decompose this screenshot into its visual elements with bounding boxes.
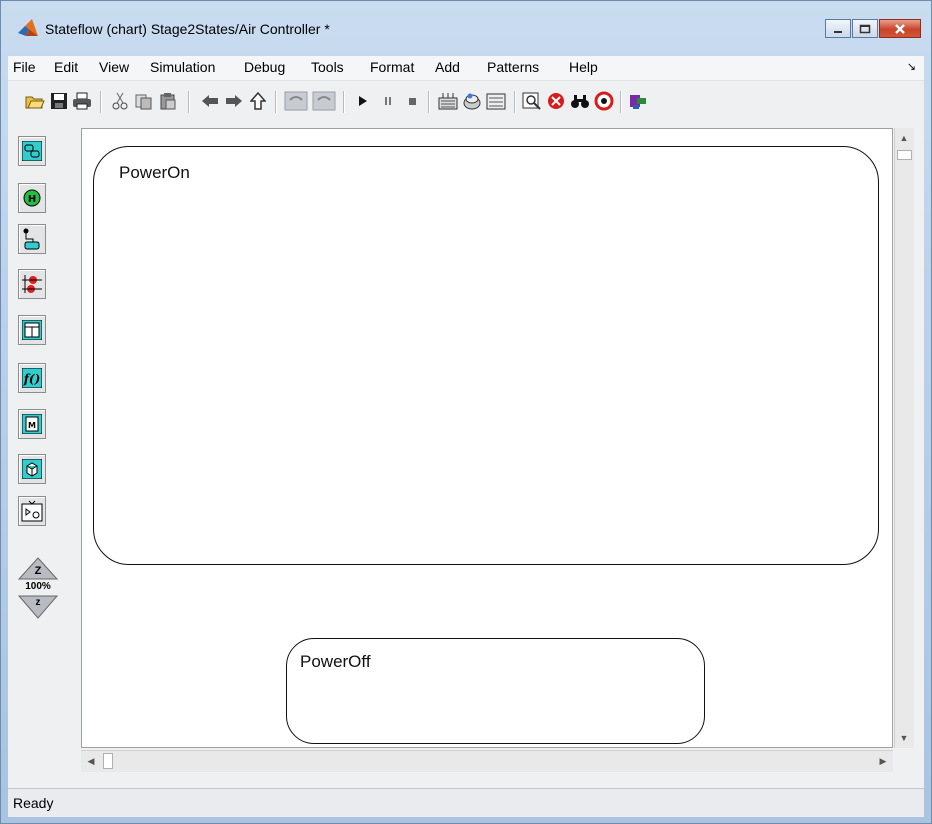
status-bar: Ready	[8, 788, 924, 817]
minimize-button[interactable]	[825, 19, 851, 38]
paste-icon[interactable]	[158, 91, 178, 111]
menu-debug[interactable]: Debug	[244, 59, 285, 75]
connective-junction-button[interactable]	[18, 269, 46, 299]
simulink-function-icon	[21, 500, 43, 522]
toolbar-separator	[343, 91, 345, 113]
title-bar[interactable]: Stateflow (chart) Stage2States/Air Contr…	[1, 1, 931, 47]
matlab-function-icon: M	[22, 414, 42, 434]
close-icon	[895, 23, 905, 34]
debugger-icon[interactable]	[546, 91, 566, 111]
save-icon[interactable]	[49, 91, 69, 111]
target-icon[interactable]	[594, 91, 614, 111]
scroll-up-icon[interactable]: ▲	[895, 129, 913, 147]
object-palette: H f() M Z 100% z	[8, 125, 68, 788]
svg-text:H: H	[28, 194, 36, 205]
zoom-control: Z 100% z	[18, 557, 58, 623]
explorer-icon[interactable]	[522, 91, 542, 111]
matlab-logo-icon	[18, 19, 38, 36]
menu-edit[interactable]: Edit	[54, 59, 78, 75]
state-poweroff[interactable]: PowerOff	[286, 638, 705, 744]
print-icon[interactable]	[72, 91, 92, 111]
vertical-scrollbar[interactable]: ▲ ▼	[894, 128, 914, 748]
box-tool-icon	[22, 459, 42, 479]
undo-icon[interactable]	[284, 91, 308, 111]
scroll-left-icon[interactable]: ◀	[82, 752, 100, 770]
toolbar-separator	[428, 91, 430, 113]
pause-icon[interactable]	[378, 91, 398, 111]
copy-icon[interactable]	[134, 91, 154, 111]
toolbar-separator	[620, 91, 622, 113]
open-icon[interactable]	[25, 91, 45, 111]
status-text: Ready	[13, 795, 54, 811]
up-icon[interactable]	[248, 91, 268, 111]
state-poweron[interactable]: PowerOn	[93, 146, 879, 565]
truth-table-button[interactable]	[18, 315, 46, 345]
menu-overflow-icon[interactable]: ↘	[907, 60, 916, 73]
history-junction-button[interactable]: H	[18, 183, 46, 213]
horizontal-scrollbar[interactable]: ◀ ▶	[81, 750, 893, 772]
toolbar-separator	[514, 91, 516, 113]
menu-view[interactable]: View	[99, 59, 129, 75]
vertical-scroll-thumb[interactable]	[897, 150, 912, 160]
menu-format[interactable]: Format	[370, 59, 414, 75]
state-tool-button[interactable]	[18, 136, 46, 166]
close-button[interactable]	[879, 19, 921, 38]
menu-simulation[interactable]: Simulation	[150, 59, 215, 75]
chart-canvas[interactable]: PowerOn PowerOff	[81, 128, 893, 748]
history-junction-icon: H	[23, 189, 41, 207]
incremental-build-icon[interactable]	[462, 91, 482, 111]
menu-patterns[interactable]: Patterns	[487, 59, 539, 75]
maximize-button[interactable]	[852, 19, 878, 38]
simulink-function-button[interactable]	[18, 496, 46, 526]
cut-icon[interactable]	[110, 91, 130, 111]
zoom-in-text: Z	[34, 565, 42, 577]
model-icon[interactable]	[628, 91, 648, 111]
matlab-function-button[interactable]: M	[18, 409, 46, 439]
menu-help[interactable]: Help	[569, 59, 598, 75]
application-window: Stateflow (chart) Stage2States/Air Contr…	[0, 0, 932, 824]
svg-text:M: M	[28, 421, 36, 430]
menu-bar: File Edit View Simulation Debug Tools Fo…	[8, 56, 924, 81]
back-icon[interactable]	[200, 91, 220, 111]
zoom-level: 100%	[25, 581, 51, 592]
build-icon[interactable]	[438, 91, 458, 111]
editor-area: H f() M Z 100% z PowerOn PowerOff ▲ ▼ ◀ …	[8, 125, 924, 788]
zoom-out-text: z	[35, 597, 41, 608]
window-title: Stateflow (chart) Stage2States/Air Contr…	[45, 21, 330, 37]
menu-add[interactable]: Add	[435, 59, 460, 75]
box-tool-button[interactable]	[18, 454, 46, 484]
menu-file[interactable]: File	[13, 59, 36, 75]
toolbar-separator	[188, 91, 190, 113]
toolbar	[8, 81, 924, 125]
rebuild-icon[interactable]	[486, 91, 506, 111]
state-label[interactable]: PowerOn	[119, 163, 190, 183]
toolbar-separator	[100, 91, 102, 113]
default-transition-icon	[23, 228, 40, 250]
scroll-down-icon[interactable]: ▼	[895, 729, 913, 747]
default-transition-button[interactable]	[18, 224, 46, 254]
toolbar-separator	[275, 91, 277, 113]
redo-icon[interactable]	[312, 91, 336, 111]
stop-icon[interactable]	[402, 91, 422, 111]
maximize-icon	[859, 24, 871, 33]
menu-tools[interactable]: Tools	[311, 59, 344, 75]
state-tool-icon	[22, 141, 42, 161]
horizontal-scroll-thumb[interactable]	[103, 753, 113, 769]
graphical-function-icon: f()	[22, 368, 42, 388]
state-label[interactable]: PowerOff	[300, 652, 371, 672]
scroll-right-icon[interactable]: ▶	[874, 752, 892, 770]
graphical-function-button[interactable]: f()	[18, 363, 46, 393]
forward-icon[interactable]	[224, 91, 244, 111]
truth-table-icon	[22, 320, 42, 340]
find-icon[interactable]	[570, 91, 590, 111]
connective-junction-icon	[22, 275, 42, 293]
svg-text:f(): f()	[23, 372, 41, 386]
play-icon[interactable]	[353, 91, 373, 111]
minimize-icon	[834, 30, 842, 33]
